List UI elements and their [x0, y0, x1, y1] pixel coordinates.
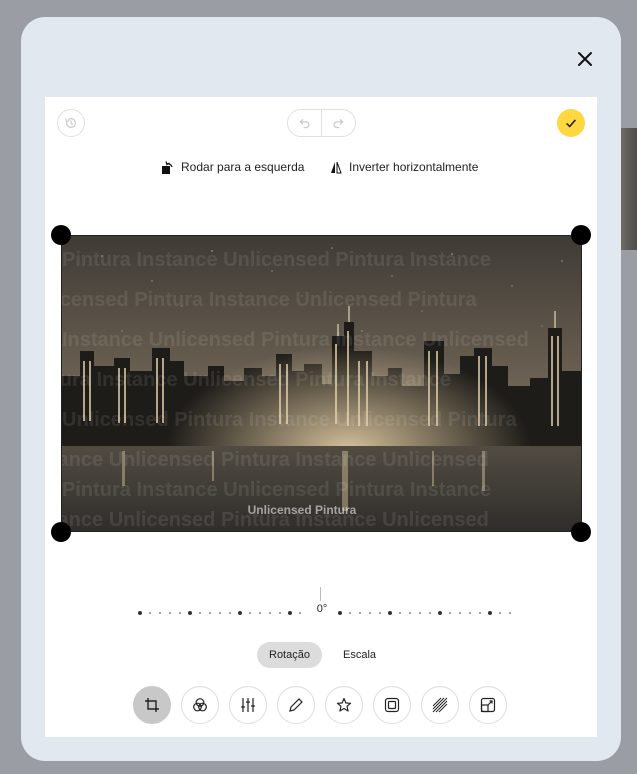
ruler-tick	[249, 612, 251, 614]
ruler-tick	[409, 612, 411, 614]
ruler-tick	[138, 611, 142, 615]
history-icon	[65, 118, 76, 128]
undo-redo-group	[287, 109, 356, 137]
redo-icon	[333, 118, 344, 128]
crop-handle-bottom-left[interactable]	[51, 522, 71, 542]
check-icon	[566, 119, 576, 128]
svg-text:Pintura Instance Unlicensed: Pintura Instance Unlicensed Pintura Inst…	[62, 369, 451, 391]
ruler-tick	[149, 612, 151, 614]
resize-icon	[480, 697, 496, 713]
flip-horizontal-label: Inverter horizontalmente	[349, 160, 479, 174]
ruler-tick	[449, 612, 451, 614]
tool-adjust[interactable]	[229, 686, 267, 724]
editor-modal: Rodar para a esquerda Inverter horizonta…	[21, 17, 621, 761]
ruler-tick	[488, 611, 492, 615]
tool-annotate[interactable]	[277, 686, 315, 724]
ruler-tick	[188, 611, 192, 615]
image-preview[interactable]: Pintura Instance Unlicensed Pintura Inst…	[61, 235, 582, 532]
tool-crop[interactable]	[133, 686, 171, 724]
ruler-tick	[209, 612, 211, 614]
ruler-tick	[269, 612, 271, 614]
texture-icon	[432, 697, 448, 713]
undo-icon	[299, 118, 310, 128]
transform-actions: Rodar para a esquerda Inverter horizonta…	[45, 157, 597, 177]
svg-text:Unlicensed Pintura Instance: Unlicensed Pintura Instance Unlicensed P…	[62, 289, 477, 311]
ruler-tick	[279, 612, 281, 614]
background-image-edge	[621, 128, 637, 250]
crop-handle-top-right[interactable]	[571, 225, 591, 245]
ruler-tick	[159, 612, 161, 614]
adjust-sliders-icon	[241, 698, 255, 712]
city-skyline-image: Pintura Instance Unlicensed Pintura Inst…	[62, 236, 581, 531]
tool-filter[interactable]	[181, 686, 219, 724]
ruler-tick	[499, 612, 501, 614]
ruler-tick	[399, 612, 401, 614]
crop-tabs: Rotação Escala	[45, 642, 597, 668]
ruler-tick	[369, 612, 371, 614]
crop-icon	[145, 698, 159, 712]
ruler-tick	[349, 612, 351, 614]
ruler-tick	[479, 612, 481, 614]
filter-icon	[193, 698, 207, 712]
svg-text:Pintura Instance Unlicensed: Pintura Instance Unlicensed Pintura Inst…	[62, 249, 491, 271]
ruler-tick	[459, 612, 461, 614]
ruler-tick	[438, 611, 442, 615]
ruler-tick	[509, 612, 511, 614]
ruler-tick	[179, 612, 181, 614]
ruler-tick	[338, 611, 342, 615]
reset-button[interactable]	[57, 109, 85, 137]
svg-text:Pintura Instance Unlicensed: Pintura Instance Unlicensed Pintura Inst…	[62, 479, 491, 501]
editor-tools	[133, 686, 513, 726]
tool-resize[interactable]	[469, 686, 507, 724]
ruler-tick	[388, 611, 392, 615]
ruler-tick	[469, 612, 471, 614]
ruler-tick	[229, 612, 231, 614]
frame-icon	[384, 697, 400, 713]
done-button[interactable]	[557, 109, 585, 137]
tab-rotation[interactable]: Rotação	[257, 642, 322, 668]
ruler-tick	[259, 612, 261, 614]
tool-sticker[interactable]	[325, 686, 363, 724]
star-icon	[336, 697, 352, 712]
rotation-ruler[interactable]: 0°	[135, 587, 515, 621]
flip-horizontal-icon	[331, 161, 342, 173]
ruler-tick	[379, 612, 381, 614]
ruler-tick	[429, 612, 431, 614]
rotate-left-label: Rodar para a esquerda	[181, 160, 305, 174]
crop-handle-top-left[interactable]	[51, 225, 71, 245]
tool-finetune[interactable]	[421, 686, 459, 724]
ruler-tick	[419, 612, 421, 614]
flip-horizontal-button[interactable]: Inverter horizontalmente	[330, 157, 478, 177]
svg-text:Instance Unlicensed Pintura: Instance Unlicensed Pintura Instance Unl…	[62, 329, 529, 351]
image-editor: Rodar para a esquerda Inverter horizonta…	[45, 97, 597, 737]
redo-button[interactable]	[322, 110, 355, 136]
ruler-tick	[359, 612, 361, 614]
crop-handle-bottom-right[interactable]	[571, 522, 591, 542]
ruler-tick	[169, 612, 171, 614]
pencil-icon	[289, 698, 303, 712]
svg-text:Instance Unlicensed Pintura: Instance Unlicensed Pintura Instance Unl…	[62, 449, 489, 471]
ruler-tick	[219, 612, 221, 614]
ruler-tick	[299, 612, 301, 614]
rotate-left-button[interactable]: Rodar para a esquerda	[161, 157, 304, 177]
close-icon	[578, 52, 592, 66]
tool-frame[interactable]	[373, 686, 411, 724]
ruler-tick	[288, 611, 292, 615]
ruler-tick	[238, 611, 242, 615]
tab-scale[interactable]: Escala	[331, 642, 388, 668]
rotate-left-icon	[162, 161, 173, 174]
close-button[interactable]	[573, 47, 597, 71]
svg-text:Unlicensed Pintura Instance: Unlicensed Pintura Instance Unlicensed P…	[62, 409, 517, 431]
undo-button[interactable]	[288, 110, 321, 136]
ruler-tick	[199, 612, 201, 614]
rotation-value: 0°	[316, 603, 328, 615]
watermark-text: Unlicensed Pintura	[248, 503, 357, 517]
ruler-center-marker	[320, 587, 321, 601]
